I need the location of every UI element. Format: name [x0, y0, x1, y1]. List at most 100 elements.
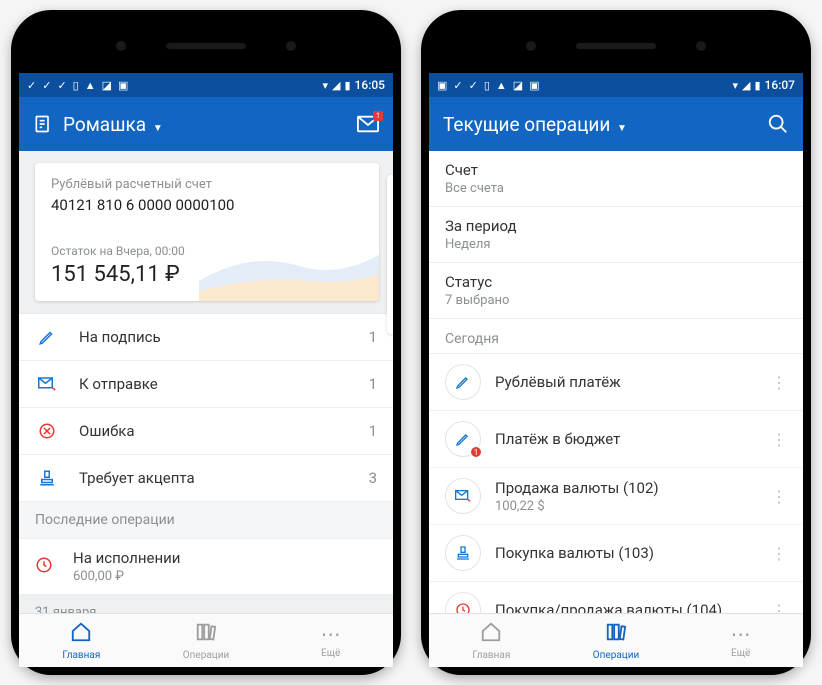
filter-period[interactable]: За период Неделя [429, 207, 803, 263]
chevron-down-icon: ▼ [617, 123, 627, 134]
app-bar: Ромашка ▼ 1 [19, 97, 393, 151]
pen-icon: 1 [445, 421, 481, 457]
signal-icon: ◢ [742, 79, 750, 92]
check-icon: ✓ [57, 79, 66, 92]
op-title: Рублёвый платёж [495, 373, 767, 391]
filter-value: 7 выбрано [445, 293, 787, 308]
books-icon [605, 621, 627, 648]
company-dropdown[interactable]: Ромашка ▼ [63, 113, 163, 136]
chart-decoration [199, 231, 379, 301]
filters: Счет Все счета За период Неделя Статус 7… [429, 151, 803, 319]
op-title: Покупка валюты (103) [495, 544, 767, 562]
op-title: Покупка/продажа валюты (104) [495, 601, 767, 613]
status-bar: ✓ ✓ ✓ ▯ ▲ ◪ ▣ ▾ ◢ ▮ 16:05 [19, 73, 393, 97]
status-item-error[interactable]: Ошибка 1 [19, 408, 393, 455]
op-title: Платёж в бюджет [495, 430, 767, 448]
status-count: 3 [369, 469, 377, 487]
status-label: Ошибка [79, 422, 135, 440]
next-card-peek[interactable] [387, 175, 393, 334]
signal-icon: ◢ [332, 79, 340, 92]
account-number: 40121 810 6 0000 0000100 [51, 196, 363, 214]
wifi-icon: ▾ [732, 79, 738, 92]
check-icon: ✓ [27, 79, 36, 92]
chevron-down-icon: ▼ [153, 123, 163, 134]
more-icon: ⋯ [321, 622, 341, 646]
more-icon[interactable]: ⋮ [767, 601, 791, 614]
search-button[interactable] [767, 113, 789, 135]
warning-icon: ▲ [496, 79, 507, 92]
filter-value: Неделя [445, 237, 787, 252]
count-badge: 1 [470, 446, 482, 458]
account-type: Рублёвый расчетный счет [51, 177, 363, 192]
op-title: Продажа валюты (102) [495, 479, 767, 497]
status-label: На подпись [79, 328, 161, 346]
mail-send-icon [445, 478, 481, 514]
check-icon: ✓ [453, 79, 462, 92]
more-icon[interactable]: ⋮ [767, 373, 791, 392]
op-amount: 100,22 $ [495, 499, 767, 514]
app-bar: Текущие операции ▼ [429, 97, 803, 151]
device-icon: ▯ [484, 79, 490, 92]
status-time: 16:07 [765, 78, 795, 92]
screen-2: ▣ ✓ ✓ ▯ ▲ ◪ ▣ ▾ ◢ ▮ 16:07 Текущие операц… [429, 73, 803, 667]
stamp-icon [35, 469, 59, 487]
page-title: Текущие операции [443, 113, 610, 136]
op-item-currency-buy[interactable]: Покупка валюты (103) ⋮ [429, 525, 803, 582]
op-item-budget-payment[interactable]: 1 Платёж в бюджет ⋮ [429, 411, 803, 468]
filter-value: Все счета [445, 181, 787, 196]
nav-label: Ещё [731, 648, 750, 659]
stamp-icon [445, 535, 481, 571]
home-icon [480, 621, 502, 648]
check-icon: ✓ [469, 79, 478, 92]
operation-row[interactable]: На исполнении 600,00 ₽ [19, 539, 393, 595]
filter-label: За период [445, 217, 787, 235]
phone-mockup-1: ✓ ✓ ✓ ▯ ▲ ◪ ▣ ▾ ◢ ▮ 16:05 Ромашка [11, 10, 401, 675]
more-icon[interactable]: ⋮ [767, 430, 791, 449]
status-item-accept[interactable]: Требует акцепта 3 [19, 455, 393, 502]
status-count: 1 [369, 328, 377, 346]
clock-icon [445, 592, 481, 613]
operations-dropdown[interactable]: Текущие операции ▼ [443, 113, 627, 136]
battery-icon: ▮ [344, 79, 350, 92]
clipboard-icon: ◪ [513, 79, 523, 92]
more-icon: ⋯ [731, 622, 751, 646]
main-content: Счет Все счета За период Неделя Статус 7… [429, 151, 803, 613]
last-operations-header: Последние операции [19, 502, 393, 539]
nav-home[interactable]: Главная [19, 614, 144, 667]
status-item-sign[interactable]: На подпись 1 [19, 314, 393, 361]
status-label: К отправке [79, 375, 158, 393]
filter-account[interactable]: Счет Все счета [429, 151, 803, 207]
nav-operations[interactable]: Операции [144, 614, 269, 667]
shop-icon: ▣ [529, 79, 539, 92]
home-icon [70, 621, 92, 648]
error-icon [35, 422, 59, 440]
company-name: Ромашка [63, 113, 146, 136]
op-item-ruble-payment[interactable]: Рублёвый платёж ⋮ [429, 354, 803, 411]
battery-icon: ▮ [754, 79, 760, 92]
more-icon[interactable]: ⋮ [767, 544, 791, 563]
bottom-nav: Главная Операции ⋯ Ещё [19, 613, 393, 667]
nav-more[interactable]: ⋯ Ещё [678, 614, 803, 667]
filter-status[interactable]: Статус 7 выбрано [429, 263, 803, 319]
op-item-currency-sale[interactable]: Продажа валюты (102) 100,22 $ ⋮ [429, 468, 803, 525]
op-item-currency-buysell[interactable]: Покупка/продажа валюты (104) ⋮ [429, 582, 803, 613]
image-icon: ▣ [437, 79, 447, 92]
nav-home[interactable]: Главная [429, 614, 554, 667]
wifi-icon: ▾ [322, 79, 328, 92]
date-label: 31 января [19, 595, 393, 613]
pen-icon [35, 328, 59, 346]
mail-badge: 1 [373, 111, 383, 121]
nav-label: Операции [183, 650, 229, 661]
filter-label: Счет [445, 161, 787, 179]
status-item-send[interactable]: К отправке 1 [19, 361, 393, 408]
account-card[interactable]: Рублёвый расчетный счет 40121 810 6 0000… [35, 163, 379, 301]
device-icon: ▯ [73, 79, 79, 92]
nav-operations[interactable]: Операции [554, 614, 679, 667]
phone-mockup-2: ▣ ✓ ✓ ▯ ▲ ◪ ▣ ▾ ◢ ▮ 16:07 Текущие операц… [421, 10, 811, 675]
nav-more[interactable]: ⋯ Ещё [268, 614, 393, 667]
section-today: Сегодня [429, 319, 803, 354]
more-icon[interactable]: ⋮ [767, 487, 791, 506]
nav-label: Операции [593, 650, 639, 661]
document-icon[interactable] [33, 114, 53, 134]
mail-button[interactable]: 1 [357, 115, 379, 133]
